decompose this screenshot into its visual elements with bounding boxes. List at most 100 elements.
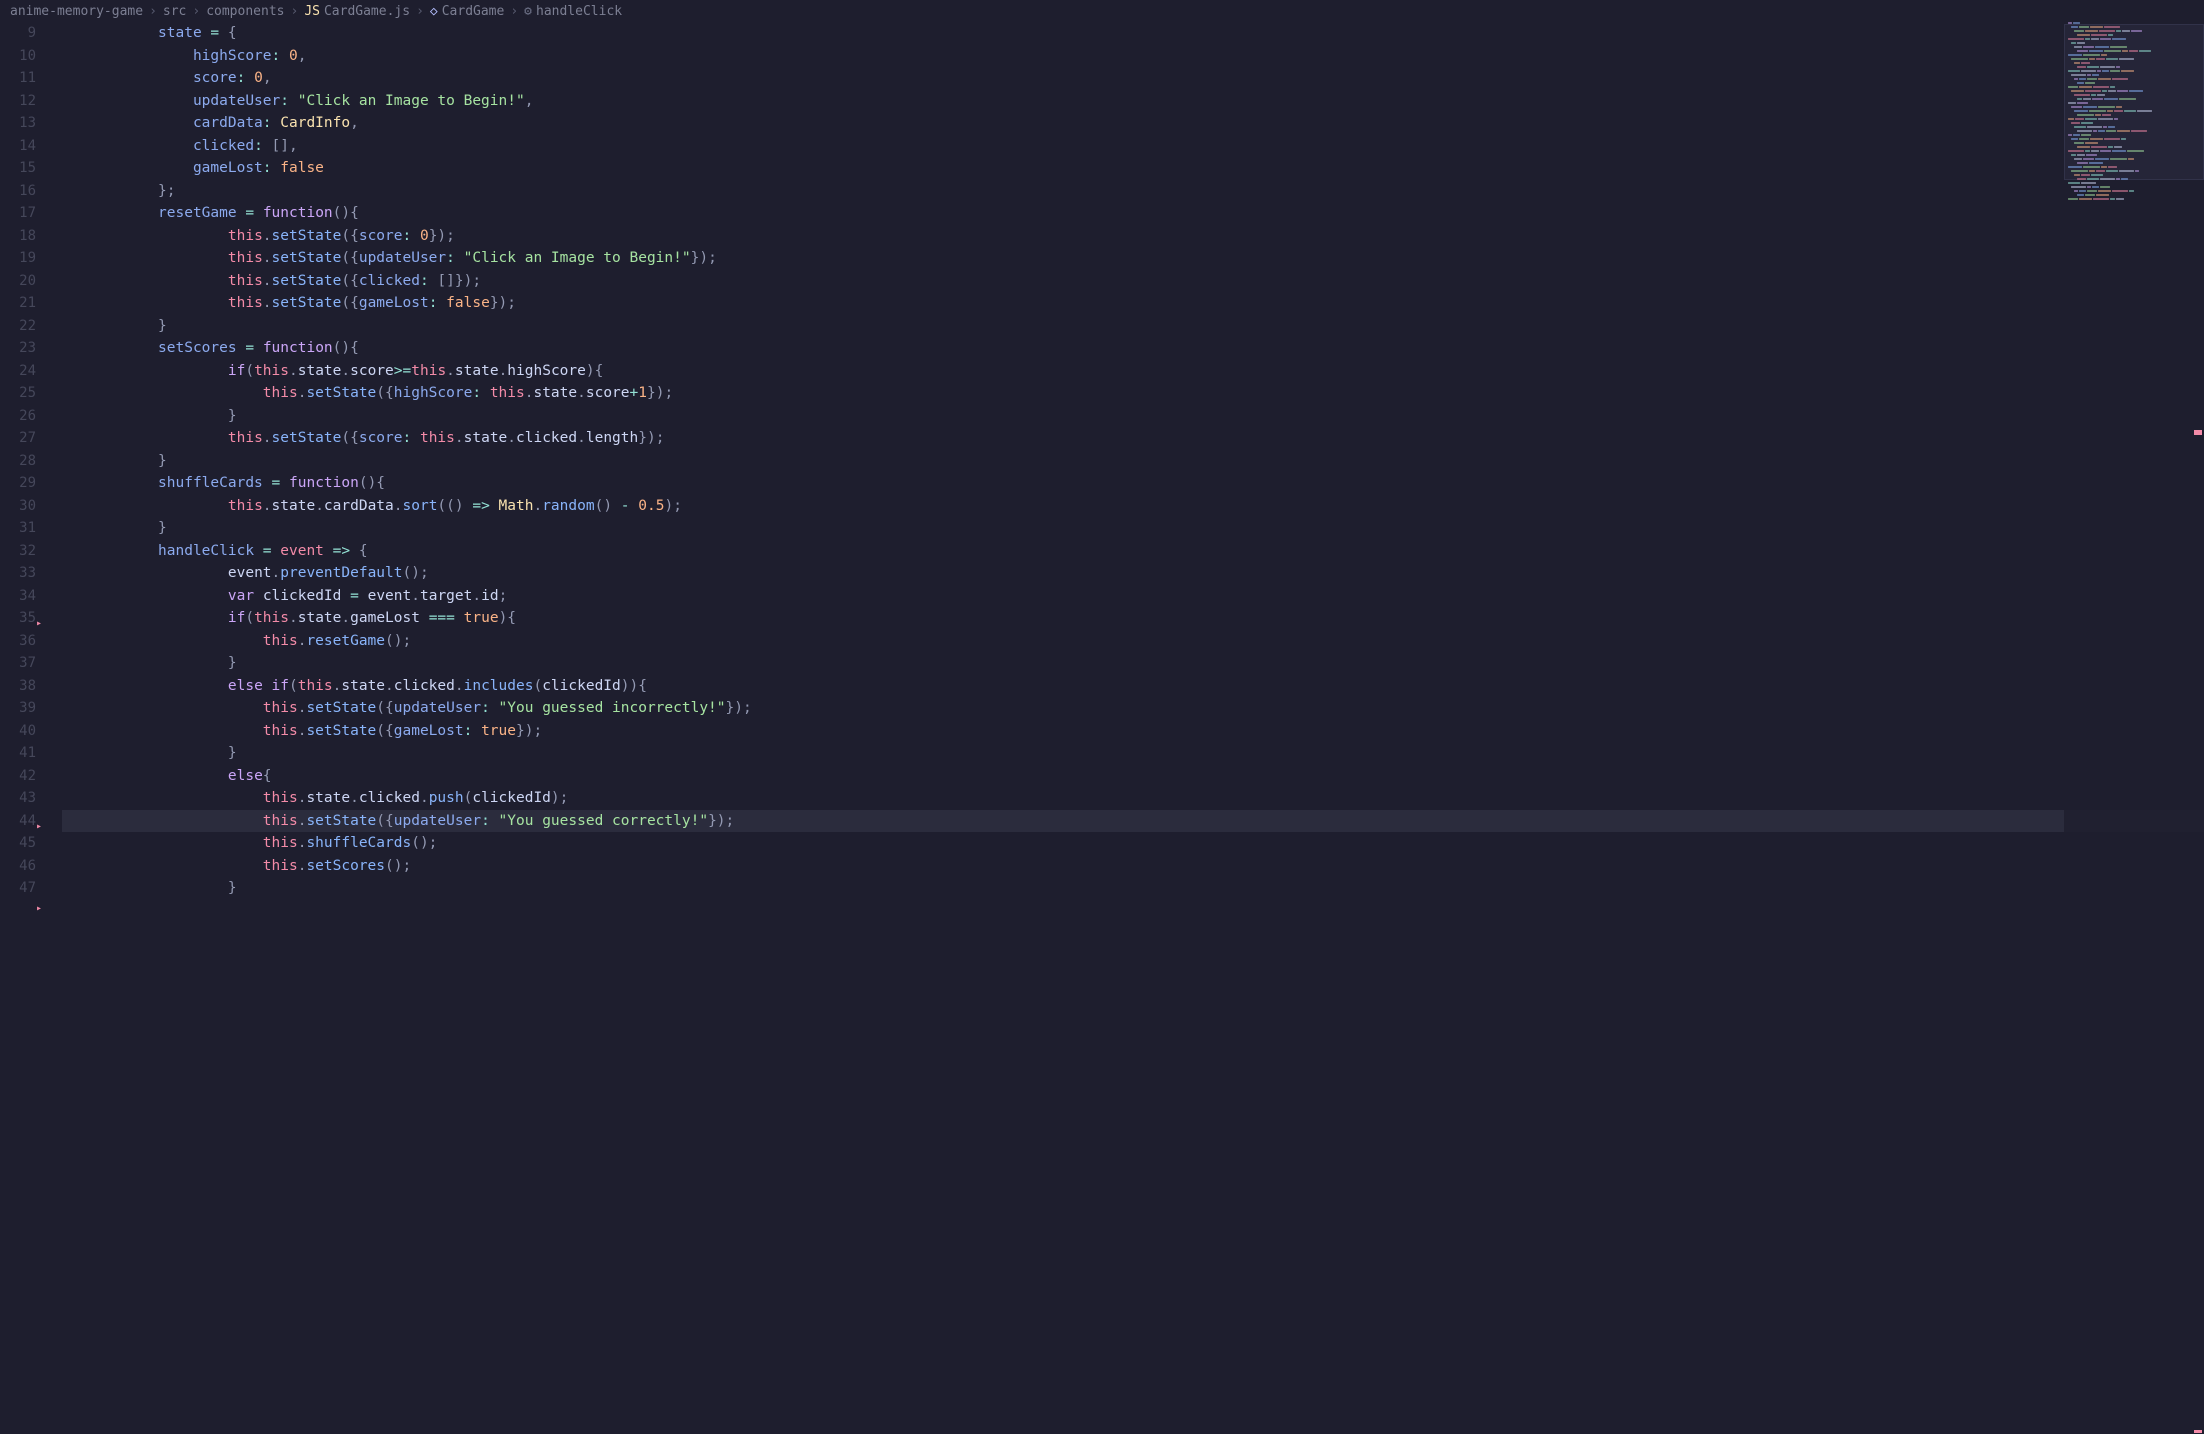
breadcrumb-method[interactable]: handleClick	[536, 4, 622, 19]
code-line[interactable]: this.shuffleCards();	[62, 832, 2204, 855]
line-number[interactable]: 12	[0, 90, 36, 113]
code-line[interactable]: this.setState({score: this.state.clicked…	[62, 427, 2204, 450]
code-line[interactable]: }	[62, 742, 2204, 765]
line-number[interactable]: 31	[0, 517, 36, 540]
line-number[interactable]: 34	[0, 585, 36, 608]
breadcrumb-file[interactable]: CardGame.js	[324, 4, 410, 19]
code-line[interactable]: this.state.clicked.push(clickedId);	[62, 787, 2204, 810]
line-number[interactable]: 41	[0, 742, 36, 765]
line-number[interactable]: 17	[0, 202, 36, 225]
code-line[interactable]: this.setState({updateUser: "You guessed …	[62, 810, 2204, 833]
chevron-right-icon: ›	[149, 4, 157, 19]
line-number[interactable]: 40	[0, 720, 36, 743]
line-number[interactable]: 10	[0, 45, 36, 68]
line-number[interactable]: 42	[0, 765, 36, 788]
code-line[interactable]: updateUser: "Click an Image to Begin!",	[62, 90, 2204, 113]
line-number[interactable]: 18	[0, 225, 36, 248]
line-number[interactable]: 37	[0, 652, 36, 675]
code-line[interactable]: handleClick = event => {	[62, 540, 2204, 563]
code-line[interactable]: this.setState({gameLost: false});	[62, 292, 2204, 315]
line-number[interactable]: 9	[0, 22, 36, 45]
code-line[interactable]: gameLost: false	[62, 157, 2204, 180]
code-line[interactable]: this.setState({highScore: this.state.sco…	[62, 382, 2204, 405]
chevron-right-icon: ›	[192, 4, 200, 19]
line-number[interactable]: 20	[0, 270, 36, 293]
line-number[interactable]: 22	[0, 315, 36, 338]
breadcrumb-src[interactable]: src	[163, 4, 186, 19]
code-line[interactable]: this.resetGame();	[62, 630, 2204, 653]
line-number[interactable]: 21	[0, 292, 36, 315]
code-line[interactable]: score: 0,	[62, 67, 2204, 90]
code-line[interactable]: this.setState({clicked: []});	[62, 270, 2204, 293]
minimap[interactable]	[2064, 22, 2204, 1434]
line-number[interactable]: 24	[0, 360, 36, 383]
line-number[interactable]: 11	[0, 67, 36, 90]
line-number[interactable]: 33	[0, 562, 36, 585]
code-line[interactable]: else if(this.state.clicked.includes(clic…	[62, 675, 2204, 698]
code-line[interactable]: else{	[62, 765, 2204, 788]
code-line[interactable]: this.setScores();	[62, 855, 2204, 878]
line-number[interactable]: 23	[0, 337, 36, 360]
class-icon: ◇	[430, 4, 438, 19]
line-number[interactable]: 36	[0, 630, 36, 653]
breadcrumb-class[interactable]: CardGame	[442, 4, 505, 19]
minimap-line	[2064, 190, 2204, 193]
code-line[interactable]: this.state.cardData.sort(() => Math.rand…	[62, 495, 2204, 518]
code-line[interactable]: this.setState({updateUser: "You guessed …	[62, 697, 2204, 720]
line-number[interactable]: 46	[0, 855, 36, 878]
code-line[interactable]: resetGame = function(){	[62, 202, 2204, 225]
code-line[interactable]: state = {	[62, 22, 2204, 45]
line-number[interactable]: 19	[0, 247, 36, 270]
code-line[interactable]: cardData: CardInfo,	[62, 112, 2204, 135]
line-number[interactable]: 28	[0, 450, 36, 473]
js-file-icon: JS	[304, 4, 320, 19]
code-line[interactable]: this.setState({score: 0});	[62, 225, 2204, 248]
code-line[interactable]: }	[62, 652, 2204, 675]
code-area[interactable]: state = { highScore: 0, score: 0, update…	[62, 22, 2204, 1434]
line-number[interactable]: 25	[0, 382, 36, 405]
chevron-right-icon: ›	[290, 4, 298, 19]
line-number[interactable]: 27	[0, 427, 36, 450]
line-number[interactable]: 38	[0, 675, 36, 698]
code-line[interactable]: }	[62, 405, 2204, 428]
code-editor[interactable]: 9101112131415161718192021222324252627282…	[0, 22, 2204, 1434]
method-icon: ⚙	[524, 4, 532, 19]
code-line[interactable]: this.setState({updateUser: "Click an Ima…	[62, 247, 2204, 270]
code-line[interactable]: this.setState({gameLost: true});	[62, 720, 2204, 743]
code-line[interactable]: if(this.state.score>=this.state.highScor…	[62, 360, 2204, 383]
line-number[interactable]: 47	[0, 877, 36, 900]
line-number[interactable]: 29	[0, 472, 36, 495]
code-line[interactable]: setScores = function(){	[62, 337, 2204, 360]
gutter-marker-icon: ▸	[36, 613, 42, 636]
code-line[interactable]: }	[62, 517, 2204, 540]
code-line[interactable]: if(this.state.gameLost === true){	[62, 607, 2204, 630]
minimap-line	[2064, 198, 2204, 201]
scroll-marker	[2194, 432, 2202, 435]
breadcrumb-project[interactable]: anime-memory-game	[10, 4, 143, 19]
line-number[interactable]: 39	[0, 697, 36, 720]
gutter[interactable]: 9101112131415161718192021222324252627282…	[0, 22, 62, 1434]
code-line[interactable]: var clickedId = event.target.id;	[62, 585, 2204, 608]
line-number[interactable]: 14	[0, 135, 36, 158]
line-number[interactable]: 45	[0, 832, 36, 855]
line-number[interactable]: 26	[0, 405, 36, 428]
line-number[interactable]: 16	[0, 180, 36, 203]
code-line[interactable]: }	[62, 877, 2204, 900]
line-number[interactable]: 32	[0, 540, 36, 563]
code-line[interactable]: }	[62, 450, 2204, 473]
code-line[interactable]: highScore: 0,	[62, 45, 2204, 68]
line-number[interactable]: 13	[0, 112, 36, 135]
code-line[interactable]: shuffleCards = function(){	[62, 472, 2204, 495]
breadcrumb-components[interactable]: components	[206, 4, 284, 19]
code-line[interactable]: event.preventDefault();	[62, 562, 2204, 585]
gutter-marker-icon: ▸	[36, 898, 42, 921]
line-number[interactable]: 43	[0, 787, 36, 810]
breadcrumb[interactable]: anime-memory-game › src › components › J…	[0, 0, 2204, 22]
line-number[interactable]: 35	[0, 607, 36, 630]
code-line[interactable]: clicked: [],	[62, 135, 2204, 158]
line-number[interactable]: 15	[0, 157, 36, 180]
code-line[interactable]: };	[62, 180, 2204, 203]
code-line[interactable]: }	[62, 315, 2204, 338]
line-number[interactable]: 30	[0, 495, 36, 518]
line-number[interactable]: 44	[0, 810, 36, 833]
